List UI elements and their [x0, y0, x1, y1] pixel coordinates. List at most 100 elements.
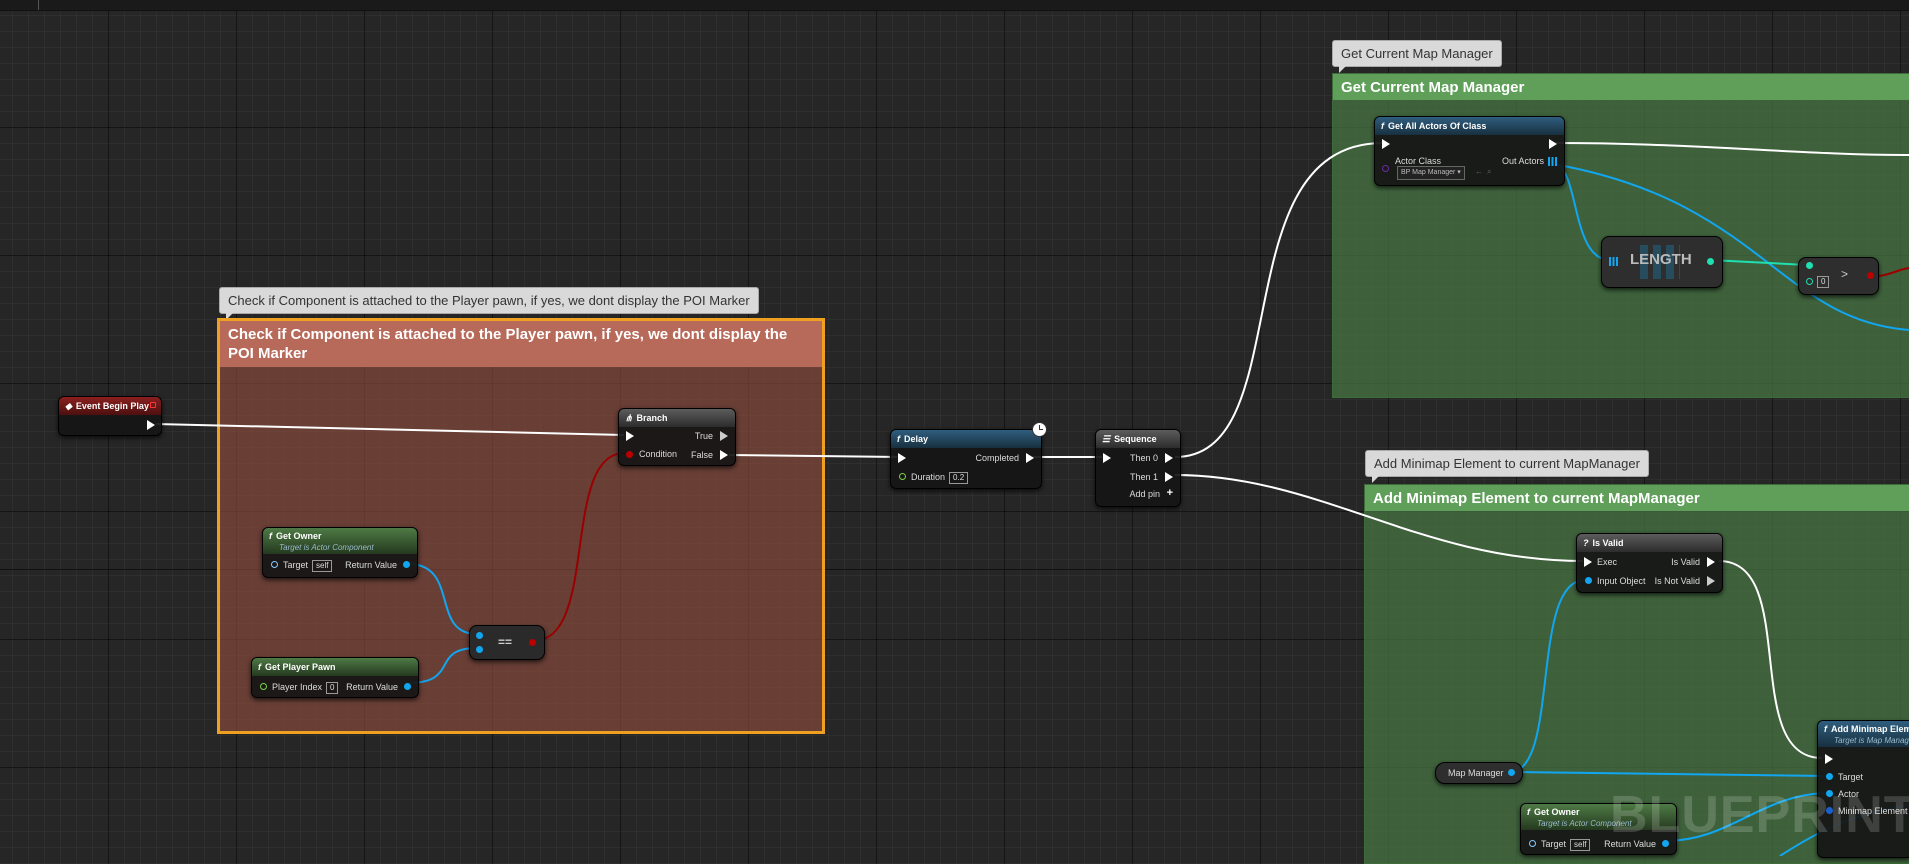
function-icon: f — [1824, 724, 1827, 734]
branch-condition-label: Condition — [639, 449, 678, 459]
branch-node[interactable]: ⋔ Branch Condition True False — [618, 408, 736, 466]
event-begin-play-exec-out[interactable] — [147, 420, 155, 430]
is-valid-node[interactable]: ? Is Valid Exec Input Object Is Valid Is … — [1576, 533, 1723, 593]
function-icon: f — [897, 434, 900, 444]
branch-true-label: True — [694, 431, 713, 441]
event-begin-play-title: Event Begin Play — [75, 401, 149, 411]
get-owner-2-title: Get Owner — [1534, 807, 1580, 817]
delay-duration-pin[interactable] — [899, 473, 906, 480]
delay-duration-label: Duration 0.2 — [911, 471, 969, 484]
get-owner-2-target-pin[interactable] — [1529, 840, 1536, 847]
compare-output-pin[interactable] — [1867, 272, 1874, 279]
delay-exec-in[interactable] — [898, 453, 906, 463]
equals-output-pin[interactable] — [529, 639, 536, 646]
compare-input-b-pin[interactable] — [1806, 278, 1813, 285]
get-owner-header: f Get Owner Target is Actor Component — [263, 528, 417, 554]
length-title: LENGTH — [1630, 251, 1692, 268]
branch-false-label: False — [690, 450, 713, 460]
get-owner-2-target-value[interactable]: self — [1570, 839, 1591, 851]
branch-icon: ⋔ — [625, 413, 633, 423]
wire-exec-begin-to-branch — [155, 423, 625, 436]
get-player-pawn-return-label: Return Value — [346, 682, 398, 692]
add-pin-plus-icon[interactable]: + — [1167, 487, 1173, 499]
event-begin-play-node[interactable]: ◆ Event Begin Play — [58, 396, 162, 436]
array-grid-icon[interactable] — [1548, 157, 1557, 166]
length-output-pin[interactable] — [1707, 258, 1714, 265]
wire-exec-then0-to-get-all-actors — [1174, 142, 1384, 458]
wire-exec-is-valid-to-add-minimap — [1718, 560, 1823, 759]
search-icon[interactable]: ⌕ — [1487, 166, 1491, 178]
get-player-pawn-header: f Get Player Pawn — [252, 658, 418, 676]
sequence-exec-in[interactable] — [1103, 453, 1111, 463]
delay-duration-value[interactable]: 0.2 — [949, 472, 969, 484]
add-minimap-element-target-pin[interactable] — [1826, 773, 1833, 780]
get-owner-subtitle: Target is Actor Component — [279, 543, 374, 552]
get-owner-target-label: Target self — [283, 559, 333, 572]
arrow-left-icon[interactable]: ← — [1475, 166, 1483, 178]
delay-completed-exec-out[interactable] — [1026, 453, 1034, 463]
is-valid-header: ? Is Valid — [1577, 534, 1722, 552]
get-owner-target-value[interactable]: self — [312, 560, 333, 572]
wire-exec-then1-to-is-valid — [1174, 474, 1584, 562]
compare-operator-icon: > — [1841, 267, 1849, 281]
get-player-pawn-node[interactable]: f Get Player Pawn Player Index 0 Return Va… — [251, 657, 419, 698]
branch-exec-in[interactable] — [626, 431, 634, 441]
chevron-down-icon: ▾ — [1455, 169, 1461, 176]
branch-header: ⋔ Branch — [619, 409, 735, 427]
is-valid-title: Is Valid — [1592, 538, 1624, 548]
get-owner-title: Get Owner — [276, 531, 322, 541]
is-valid-valid-exec-out[interactable] — [1707, 557, 1715, 567]
length-node[interactable]: LENGTH — [1601, 236, 1723, 288]
get-all-actors-of-class-node[interactable]: f Get All Actors Of Class Actor Class BP … — [1374, 116, 1565, 186]
equals-input-b-pin[interactable] — [476, 646, 483, 653]
wire-bool-equals-to-condition — [532, 452, 626, 642]
get-all-actors-class-value: BP Map Manager — [1401, 169, 1456, 176]
is-valid-input-object-pin[interactable] — [1585, 577, 1592, 584]
sequence-icon: ☰ — [1102, 434, 1111, 444]
array-grid-icon[interactable] — [1609, 257, 1618, 266]
get-player-pawn-return-pin[interactable] — [404, 683, 411, 690]
get-owner-node[interactable]: f Get Owner Target is Actor Component Tar… — [262, 527, 418, 578]
get-owner-return-pin[interactable] — [403, 561, 410, 568]
map-manager-output-pin[interactable] — [1508, 769, 1515, 776]
equals-node[interactable]: == — [469, 625, 545, 660]
get-player-pawn-title: Get Player Pawn — [265, 662, 336, 672]
sequence-node[interactable]: ☰ Sequence Then 0 Then 1 Add pin + — [1095, 429, 1181, 507]
add-minimap-element-header: f Add Minimap Element Target is Map Manag… — [1818, 721, 1909, 747]
delay-node[interactable]: f Delay Completed Duration 0.2 — [890, 422, 1047, 489]
delay-title: Delay — [904, 434, 929, 444]
branch-false-exec-out[interactable] — [720, 450, 728, 460]
sequence-then0-exec-out[interactable] — [1165, 453, 1173, 463]
branch-condition-pin[interactable] — [626, 451, 633, 458]
get-all-actors-exec-out[interactable] — [1549, 139, 1557, 149]
map-manager-variable-node[interactable]: Map Manager — [1435, 762, 1523, 784]
compare-node[interactable]: 0 > — [1798, 257, 1879, 295]
function-icon: f — [269, 531, 272, 541]
add-minimap-element-exec-in[interactable] — [1825, 754, 1833, 764]
get-player-pawn-index-label: Player Index 0 — [272, 681, 339, 694]
get-all-actors-title: Get All Actors Of Class — [1388, 121, 1487, 131]
function-icon: f — [258, 662, 261, 672]
function-icon: f — [1381, 121, 1384, 131]
compare-value[interactable]: 0 — [1817, 276, 1830, 288]
wire-int-length-to-compare — [1709, 259, 1808, 266]
branch-true-exec-out[interactable] — [720, 431, 728, 441]
is-valid-not-valid-exec-out[interactable] — [1707, 576, 1715, 586]
get-all-actors-exec-in[interactable] — [1382, 139, 1390, 149]
equals-input-a-pin[interactable] — [476, 632, 483, 639]
clock-icon — [1032, 422, 1047, 437]
equals-operator-label: == — [498, 635, 513, 649]
compare-input-a-pin[interactable] — [1806, 262, 1813, 269]
get-owner-target-pin[interactable] — [271, 561, 278, 568]
event-delegate-pin[interactable] — [150, 402, 156, 408]
sequence-add-pin-label[interactable]: Add pin — [1129, 488, 1160, 500]
get-all-actors-class-pin[interactable] — [1382, 165, 1389, 172]
get-all-actors-class-dropdown[interactable]: BP Map Manager ▾ — [1397, 166, 1465, 180]
sequence-then1-exec-out[interactable] — [1165, 472, 1173, 482]
event-begin-play-header: ◆ Event Begin Play — [59, 397, 161, 415]
is-valid-exec-in[interactable] — [1584, 557, 1592, 567]
get-player-pawn-index-value[interactable]: 0 — [326, 682, 339, 694]
get-player-pawn-index-pin[interactable] — [260, 683, 267, 690]
wire-object-map-manager-to-target — [1509, 771, 1828, 777]
is-valid-input-object-label: Input Object — [1597, 576, 1646, 586]
